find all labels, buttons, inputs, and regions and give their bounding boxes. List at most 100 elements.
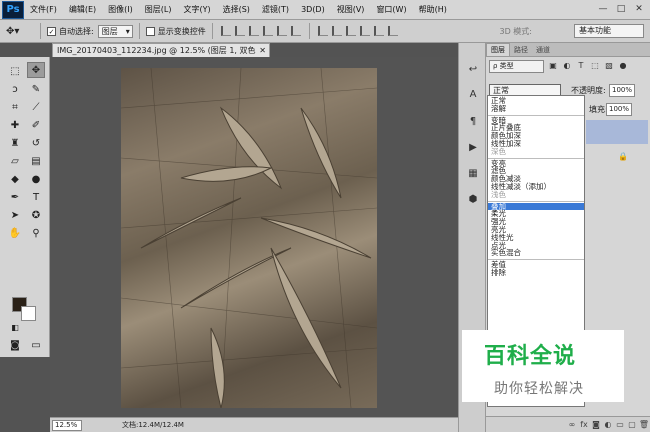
filter-smart-object-icon[interactable]: ▧ <box>604 61 614 71</box>
path-select-icon[interactable]: ➤ <box>6 207 24 223</box>
history-panel-icon[interactable]: ↩ <box>466 63 480 77</box>
close-tab-icon[interactable]: ✕ <box>259 44 266 57</box>
crop-tool-icon[interactable]: ⌗ <box>6 99 24 115</box>
menu-edit[interactable]: 编辑(E) <box>63 4 102 15</box>
3d-panel-icon[interactable]: ⬢ <box>466 193 480 207</box>
auto-select-checkbox[interactable]: ✓ <box>47 26 56 36</box>
pen-tool-icon[interactable]: ✒ <box>6 189 24 205</box>
photoshop-logo: Ps <box>2 0 24 19</box>
filter-shape-icon[interactable]: ⬚ <box>590 61 600 71</box>
document-tab[interactable]: IMG_20170403_112234.jpg @ 12.5% (图层 1, 双… <box>52 43 270 68</box>
show-transform-checkbox[interactable] <box>145 26 155 36</box>
lasso-tool-icon[interactable]: ↄ <box>6 81 24 97</box>
menu-layer[interactable]: 图层(L) <box>139 4 178 15</box>
menu-3d[interactable]: 3D(D) <box>295 5 331 14</box>
filter-adjustment-icon[interactable]: ◐ <box>562 61 572 71</box>
blend-group: 叠加 柔光 强光 亮光 线性光 点光 实色混合 <box>488 202 584 261</box>
distribute-hcenter-icon[interactable] <box>373 26 384 36</box>
blend-mode-option[interactable]: 溶解 <box>488 104 584 113</box>
delete-layer-icon[interactable]: 🗑 <box>638 420 650 429</box>
minimize-button[interactable]: — <box>596 3 610 16</box>
screen-mode-icon[interactable]: ▭ <box>27 337 45 353</box>
blend-mode-option[interactable]: 深色 <box>488 147 584 156</box>
align-vcenter-icon[interactable] <box>234 26 245 36</box>
distribute-right-icon[interactable] <box>387 26 398 36</box>
maximize-button[interactable]: □ <box>614 3 628 16</box>
actions-panel-icon[interactable]: ▶ <box>466 141 480 155</box>
quick-select-tool-icon[interactable]: ✎ <box>27 81 45 97</box>
blend-mode-option[interactable]: 实色混合 <box>488 249 584 257</box>
align-left-icon[interactable] <box>262 26 273 36</box>
new-group-icon[interactable]: ▭ <box>614 420 626 429</box>
default-colors-icon[interactable]: ◧ <box>6 319 24 335</box>
eyedropper-tool-icon[interactable]: ⟋ <box>27 99 45 115</box>
show-transform-label: 显示变换控件 <box>157 26 206 36</box>
filter-pixel-icon[interactable]: ▣ <box>548 61 558 71</box>
zoom-level-field[interactable]: 12.5% <box>52 419 82 431</box>
menu-type[interactable]: 文字(Y) <box>177 4 216 15</box>
align-top-icon[interactable] <box>220 26 231 36</box>
workspace-dropdown[interactable]: 基本功能 <box>574 24 644 38</box>
blend-mode-option[interactable]: 排除 <box>488 269 584 277</box>
menu-file[interactable]: 文件(F) <box>24 4 63 15</box>
align-bottom-icon[interactable] <box>248 26 259 36</box>
menu-window[interactable]: 窗口(W) <box>370 4 412 15</box>
distribute-left-icon[interactable] <box>359 26 370 36</box>
tab-layers[interactable]: 图层 <box>486 43 510 56</box>
adjustment-layer-icon[interactable]: ◐ <box>602 420 614 429</box>
blend-mode-option[interactable]: 浅色 <box>488 190 584 199</box>
blur-tool-icon[interactable]: ◆ <box>6 171 24 187</box>
status-bar: 12.5% 文档:12.4M/12.4M <box>50 417 458 432</box>
hand-tool-icon[interactable]: ✋ <box>6 225 24 241</box>
opacity-field[interactable]: 100% <box>609 84 635 97</box>
layer-row[interactable] <box>586 120 648 144</box>
marquee-tool-icon[interactable]: ⬚ <box>6 63 24 79</box>
auto-select-dropdown[interactable]: 图层 <box>97 24 133 38</box>
lock-icon: 🔒 <box>618 152 628 161</box>
gradient-tool-icon[interactable]: ▤ <box>27 153 45 169</box>
clone-stamp-icon[interactable]: ♜ <box>6 135 24 151</box>
document-image[interactable] <box>121 68 377 408</box>
quick-mask-icon[interactable]: ◙ <box>6 337 24 353</box>
align-right-icon[interactable] <box>290 26 301 36</box>
move-tool-icon[interactable]: ✥ <box>27 62 45 78</box>
layer-filter-row: ρ 类型 ▣ ◐ T ⬚ ▧ ● <box>486 57 650 75</box>
menu-image[interactable]: 图像(I) <box>102 4 139 15</box>
divider <box>138 23 140 39</box>
blend-group: 正常 溶解 <box>488 96 584 116</box>
menu-view[interactable]: 视图(V) <box>331 4 371 15</box>
menu-help[interactable]: 帮助(H) <box>413 4 453 15</box>
fill-field[interactable]: 100% <box>606 103 632 116</box>
distribute-bottom-icon[interactable] <box>345 26 356 36</box>
shape-tool-icon[interactable]: ✪ <box>27 207 45 223</box>
layer-style-icon[interactable]: fx <box>578 420 590 429</box>
tab-paths[interactable]: 路径 <box>510 44 532 56</box>
align-hcenter-icon[interactable] <box>276 26 287 36</box>
character-panel-icon[interactable]: A <box>466 88 480 102</box>
menu-filter[interactable]: 滤镜(T) <box>256 4 295 15</box>
panel-tabs: 图层 路径 通道 <box>486 43 650 57</box>
filter-type-icon[interactable]: T <box>576 61 586 71</box>
type-tool-icon[interactable]: T <box>27 189 45 205</box>
watermark-subtitle: 助你轻松解决 <box>494 381 584 397</box>
eraser-tool-icon[interactable]: ▱ <box>6 153 24 169</box>
mode-3d-label: 3D 模式: <box>499 27 533 36</box>
close-window-button[interactable]: ✕ <box>632 3 646 16</box>
distribute-top-icon[interactable] <box>317 26 328 36</box>
properties-panel-icon[interactable]: ▦ <box>466 167 480 181</box>
new-layer-icon[interactable]: ▢ <box>626 420 638 429</box>
tab-channels[interactable]: 通道 <box>532 44 554 56</box>
healing-brush-icon[interactable]: ✚ <box>6 117 24 133</box>
brush-tool-icon[interactable]: ✐ <box>27 117 45 133</box>
filter-toggle-icon[interactable]: ● <box>618 61 628 71</box>
dodge-tool-icon[interactable]: ● <box>27 171 45 187</box>
move-tool-preset-icon[interactable]: ✥▾ <box>6 22 34 40</box>
menu-select[interactable]: 选择(S) <box>217 4 256 15</box>
layer-filter-dropdown[interactable]: ρ 类型 <box>489 59 544 73</box>
zoom-tool-icon[interactable]: ⚲ <box>27 225 45 241</box>
paragraph-panel-icon[interactable]: ¶ <box>466 115 480 129</box>
history-brush-icon[interactable]: ↺ <box>27 135 45 151</box>
distribute-vcenter-icon[interactable] <box>331 26 342 36</box>
add-mask-icon[interactable]: ◙ <box>590 420 602 429</box>
link-layers-icon[interactable]: ∞ <box>566 420 578 429</box>
